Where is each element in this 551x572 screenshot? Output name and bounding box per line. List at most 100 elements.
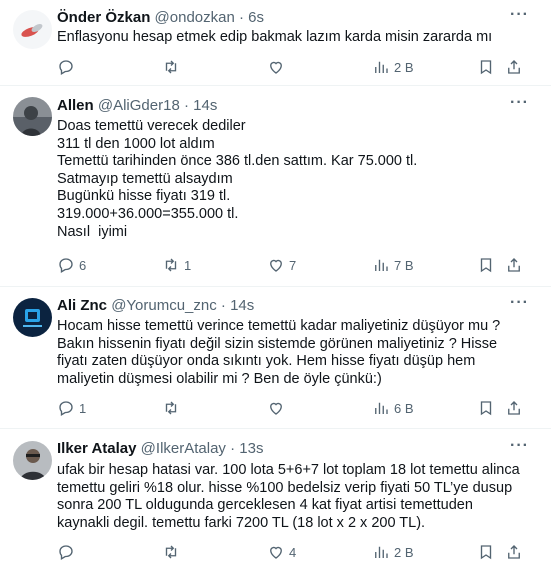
heart-icon xyxy=(270,402,282,415)
views-icon xyxy=(375,402,388,414)
bookmark-button[interactable] xyxy=(477,542,495,562)
view-count: 6 B xyxy=(394,400,414,416)
tweet-text: Enflasyonu hesap etmek edip bakmak lazım… xyxy=(57,29,527,47)
bookmark-icon xyxy=(480,60,492,75)
heart-icon xyxy=(270,61,282,74)
tweet-header: Önder Özkan @ondozkan · 6s xyxy=(57,8,264,28)
tweet-header: Ilker Atalay @IlkerAtalay · 13s xyxy=(57,439,263,459)
action-bar: 2 B xyxy=(57,57,527,77)
tweet[interactable]: Önder Özkan @ondozkan · 6s ··· Enflasyon… xyxy=(0,0,551,86)
views-icon xyxy=(375,546,388,558)
bookmark-icon xyxy=(480,401,492,416)
share-icon xyxy=(508,60,520,74)
retweet-button[interactable]: 1 xyxy=(162,255,191,275)
tweet-header: Ali Znc @Yorumcu_znc · 14s xyxy=(57,296,254,316)
separator-dot: · xyxy=(238,9,244,26)
like-button[interactable] xyxy=(267,398,289,418)
tweet-text: Hocam hisse temettü verince temettü kada… xyxy=(57,318,527,388)
reply-icon xyxy=(59,60,73,75)
reply-button[interactable]: 6 xyxy=(57,255,86,275)
retweet-icon xyxy=(165,258,177,272)
heart-icon xyxy=(270,259,282,272)
retweet-icon xyxy=(165,401,177,415)
views-icon xyxy=(375,259,388,271)
retweet-icon xyxy=(165,60,177,74)
timestamp[interactable]: 6s xyxy=(248,9,264,26)
avatar[interactable] xyxy=(13,298,52,337)
display-name[interactable]: Ilker Atalay xyxy=(57,440,137,457)
more-options-icon[interactable]: ··· xyxy=(510,94,529,112)
reply-icon xyxy=(59,401,73,416)
bookmark-button[interactable] xyxy=(477,57,495,77)
avatar[interactable] xyxy=(13,97,52,136)
bookmark-icon xyxy=(480,545,492,560)
user-handle[interactable]: @Yorumcu_znc xyxy=(111,297,217,314)
tweet[interactable]: Allen @AliGder18 · 14s ··· Doas temettü … xyxy=(0,86,551,287)
bookmark-button[interactable] xyxy=(477,255,495,275)
share-icon xyxy=(508,401,520,415)
tweet-text: ufak bir hesap hatasi var. 100 lota 5+6+… xyxy=(57,462,527,532)
reply-feed: Önder Özkan @ondozkan · 6s ··· Enflasyon… xyxy=(0,0,551,572)
user-handle[interactable]: @ondozkan xyxy=(155,9,235,26)
action-bar: 1 6 B xyxy=(57,398,527,418)
like-count: 4 xyxy=(289,544,297,560)
view-count: 2 B xyxy=(394,544,414,560)
more-options-icon[interactable]: ··· xyxy=(510,6,529,24)
views-button[interactable]: 2 B xyxy=(372,57,414,77)
share-icon xyxy=(508,258,520,272)
share-button[interactable] xyxy=(505,57,523,77)
like-count: 7 xyxy=(289,257,297,273)
bookmark-icon xyxy=(480,258,492,273)
reply-button[interactable] xyxy=(57,542,79,562)
share-button[interactable] xyxy=(505,398,523,418)
view-count: 7 B xyxy=(394,257,414,273)
heart-icon xyxy=(270,546,282,559)
reply-icon xyxy=(59,258,73,273)
avatar[interactable] xyxy=(13,441,52,480)
reply-count: 1 xyxy=(79,400,87,416)
tweet-header: Allen @AliGder18 · 14s xyxy=(57,96,217,116)
separator-dot: · xyxy=(220,297,226,314)
timestamp[interactable]: 14s xyxy=(193,97,217,114)
view-count: 2 B xyxy=(394,59,414,75)
user-handle[interactable]: @AliGder18 xyxy=(98,97,180,114)
display-name[interactable]: Allen xyxy=(57,97,94,114)
like-button[interactable]: 4 xyxy=(267,542,296,562)
user-handle[interactable]: @IlkerAtalay xyxy=(141,440,226,457)
tweet-text-content: Hocam hisse temettü verince temettü kada… xyxy=(57,318,505,387)
retweet-button[interactable] xyxy=(162,398,184,418)
retweet-icon xyxy=(165,545,177,559)
share-button[interactable] xyxy=(505,542,523,562)
separator-dot: · xyxy=(230,440,236,457)
tweet-text-content: ufak bir hesap hatasi var. 100 lota 5+6+… xyxy=(57,462,524,531)
timestamp[interactable]: 13s xyxy=(239,440,263,457)
display-name[interactable]: Ali Znc xyxy=(57,297,107,314)
more-options-icon[interactable]: ··· xyxy=(510,437,529,455)
more-options-icon[interactable]: ··· xyxy=(510,294,529,312)
like-button[interactable]: 7 xyxy=(267,255,296,275)
share-icon xyxy=(508,545,520,559)
like-button[interactable] xyxy=(267,57,289,77)
reply-icon xyxy=(59,545,73,560)
reply-button[interactable] xyxy=(57,57,79,77)
share-button[interactable] xyxy=(505,255,523,275)
tweet-text: Doas temettü verecek dediler 311 tl den … xyxy=(57,118,527,241)
timestamp[interactable]: 14s xyxy=(230,297,254,314)
tweet[interactable]: Ilker Atalay @IlkerAtalay · 13s ··· ufak… xyxy=(0,429,551,572)
display-name[interactable]: Önder Özkan xyxy=(57,9,150,26)
action-bar: 6 1 7 7 B xyxy=(57,255,527,275)
tweet-text-content: Doas temettü verecek dediler 311 tl den … xyxy=(57,118,418,240)
retweet-button[interactable] xyxy=(162,542,184,562)
tweet[interactable]: Ali Znc @Yorumcu_znc · 14s ··· Hocam his… xyxy=(0,287,551,429)
views-button[interactable]: 2 B xyxy=(372,542,414,562)
views-button[interactable]: 6 B xyxy=(372,398,414,418)
separator-dot: · xyxy=(183,97,189,114)
action-bar: 4 2 B xyxy=(57,542,527,562)
avatar[interactable] xyxy=(13,10,52,49)
bookmark-button[interactable] xyxy=(477,398,495,418)
reply-count: 6 xyxy=(79,257,87,273)
views-button[interactable]: 7 B xyxy=(372,255,414,275)
retweet-button[interactable] xyxy=(162,57,184,77)
reply-button[interactable]: 1 xyxy=(57,398,86,418)
views-icon xyxy=(375,61,388,73)
